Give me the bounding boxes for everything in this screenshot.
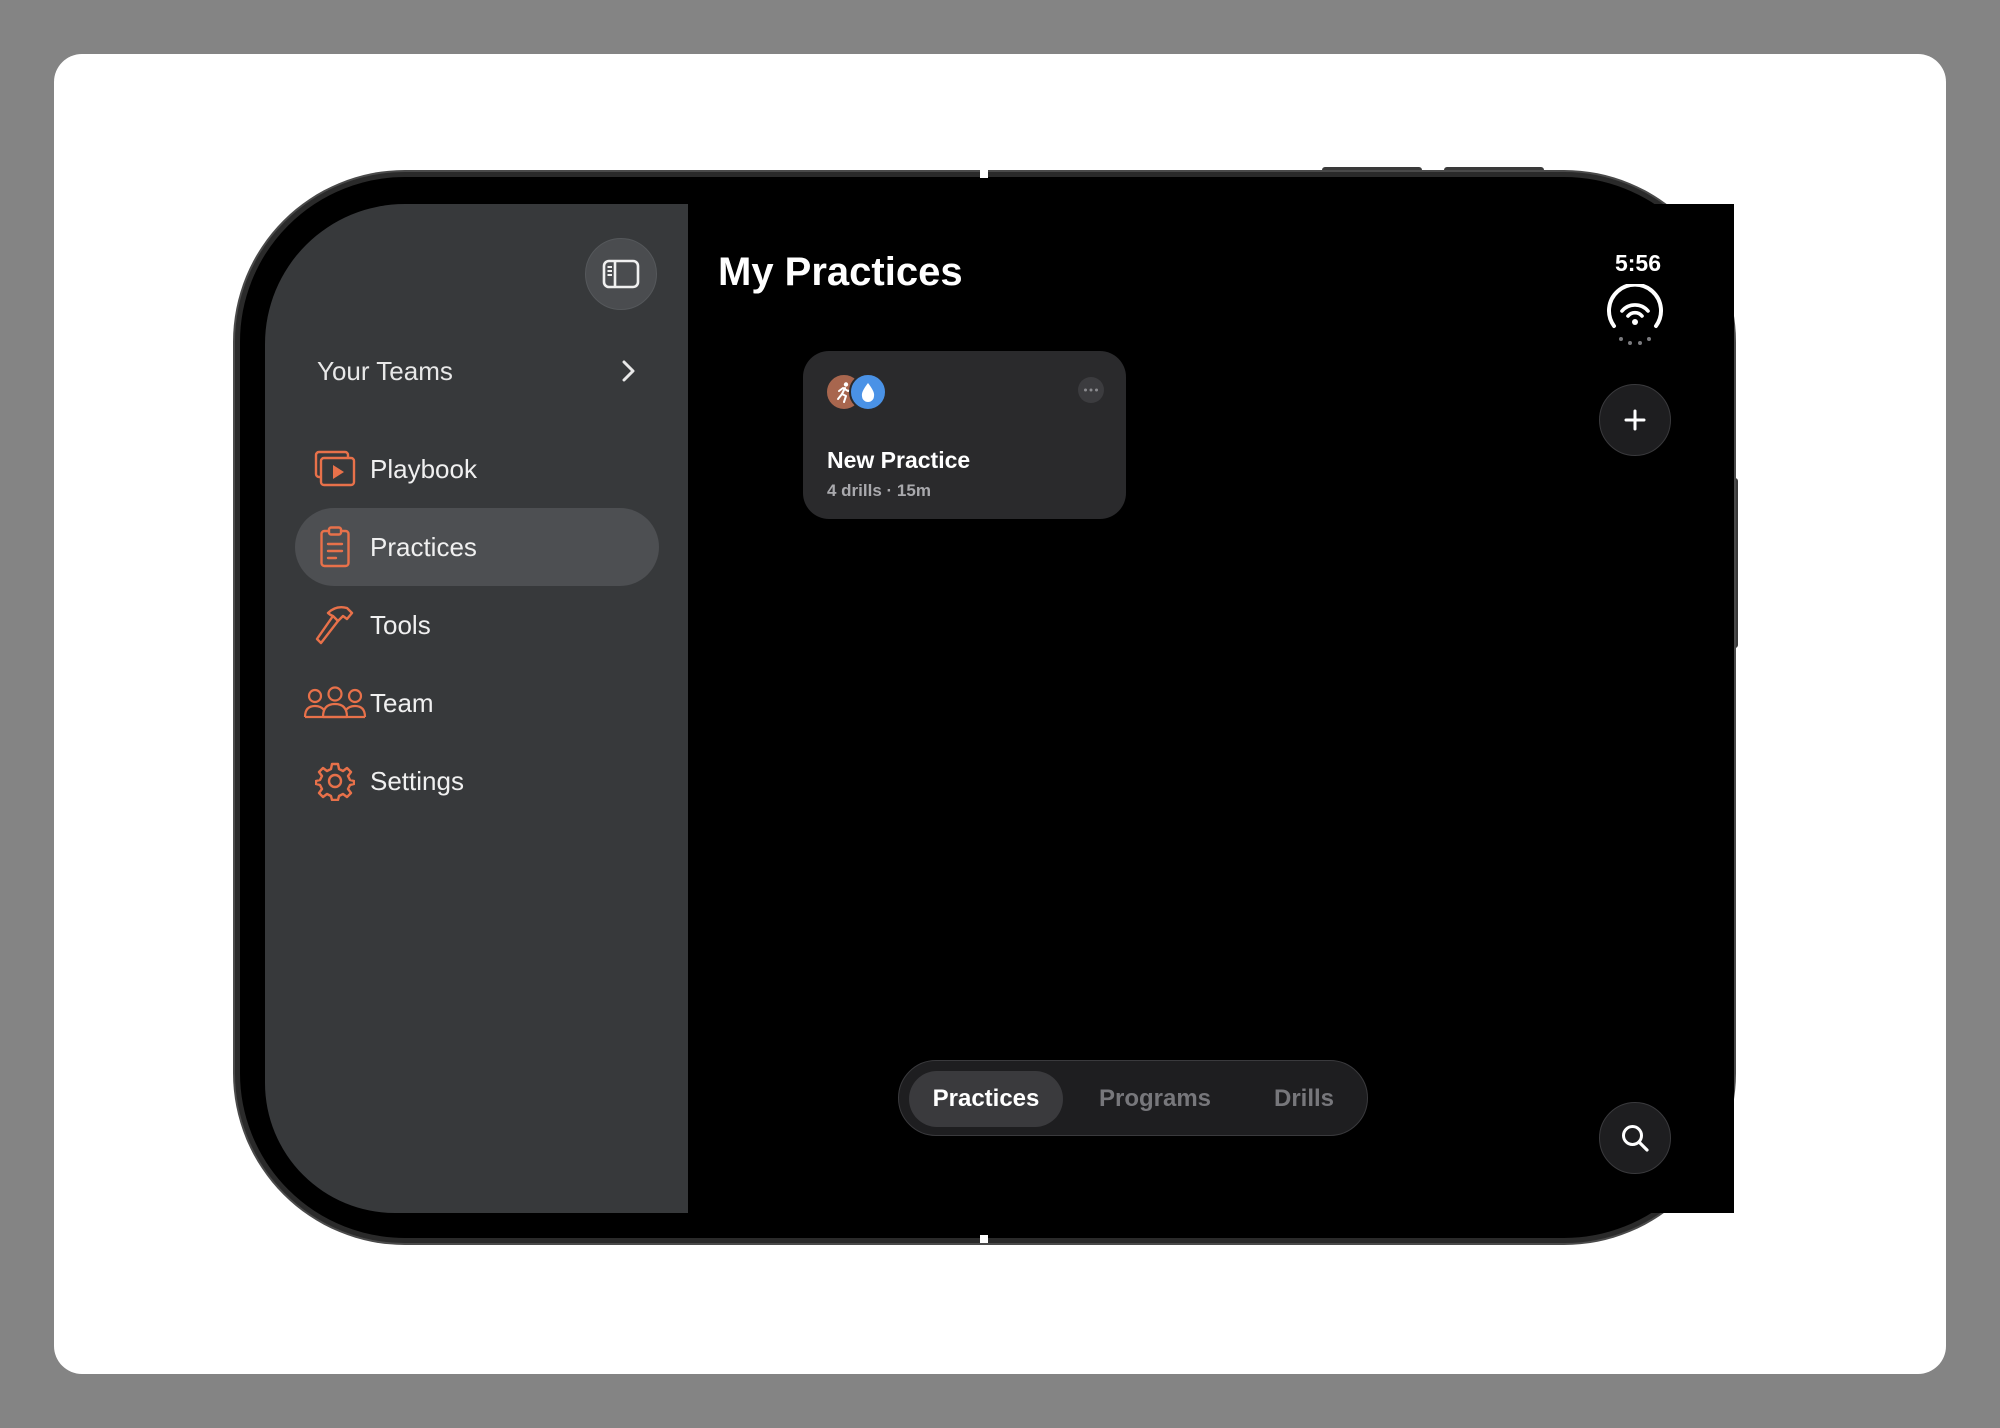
add-button[interactable] xyxy=(1599,384,1671,456)
chevron-right-icon xyxy=(622,360,635,382)
hammer-icon xyxy=(313,603,357,647)
sidebar-toggle-icon xyxy=(602,259,640,289)
sidebar-item-team[interactable]: Team xyxy=(295,664,659,742)
sidebar: Your Teams Playbook Practices Tools Team… xyxy=(265,204,688,1213)
segmented-control: Practices Programs Drills xyxy=(898,1060,1368,1136)
practice-card[interactable]: New Practice 4 drills · 15m xyxy=(803,351,1126,519)
people-icon xyxy=(303,681,367,725)
your-teams-label: Your Teams xyxy=(317,355,453,386)
hinge-mark-bottom xyxy=(980,1235,988,1243)
sidebar-item-label: Team xyxy=(370,687,434,718)
tab-label: Drills xyxy=(1273,1085,1335,1112)
search-icon xyxy=(1622,1125,1649,1152)
more-options-button[interactable] xyxy=(1078,377,1104,403)
tab-drills[interactable]: Drills xyxy=(1249,1071,1359,1127)
search-button[interactable] xyxy=(1599,1102,1671,1174)
wifi-icon xyxy=(1607,284,1663,345)
tab-label: Programs xyxy=(1098,1085,1212,1112)
practice-meta: 4 drills · 15m xyxy=(827,481,931,500)
tab-label: Practices xyxy=(932,1085,1040,1112)
playbook-icon xyxy=(313,447,357,491)
page-title: My Practices xyxy=(718,250,963,294)
sidebar-nav: Playbook Practices Tools Team Settings xyxy=(295,430,659,820)
sidebar-toggle-button[interactable] xyxy=(585,238,657,310)
main-content: My Practices New Practice 4 drills · 15m… xyxy=(688,204,1734,1213)
sidebar-item-settings[interactable]: Settings xyxy=(295,742,659,820)
water-drop-icon xyxy=(849,373,887,411)
tab-practices[interactable]: Practices xyxy=(909,1071,1063,1127)
gear-icon xyxy=(313,759,357,803)
ellipsis-icon xyxy=(1084,388,1098,392)
sidebar-item-label: Settings xyxy=(370,765,464,796)
sidebar-item-label: Tools xyxy=(370,609,431,640)
sidebar-item-tools[interactable]: Tools xyxy=(295,586,659,664)
device-screen: Your Teams Playbook Practices Tools Team… xyxy=(265,204,1734,1213)
sidebar-item-playbook[interactable]: Playbook xyxy=(295,430,659,508)
sidebar-item-practices[interactable]: Practices xyxy=(295,508,659,586)
plus-icon xyxy=(1624,409,1646,431)
clipboard-icon xyxy=(313,525,357,569)
status-time: 5:56 xyxy=(1614,250,1662,276)
your-teams-row[interactable]: Your Teams xyxy=(317,349,637,393)
practice-title: New Practice xyxy=(827,447,971,473)
practice-card-icons xyxy=(825,373,889,413)
tab-programs[interactable]: Programs xyxy=(1073,1071,1237,1127)
hinge-mark-top xyxy=(980,170,988,178)
sidebar-item-label: Playbook xyxy=(370,453,477,484)
sidebar-item-label: Practices xyxy=(370,531,477,562)
